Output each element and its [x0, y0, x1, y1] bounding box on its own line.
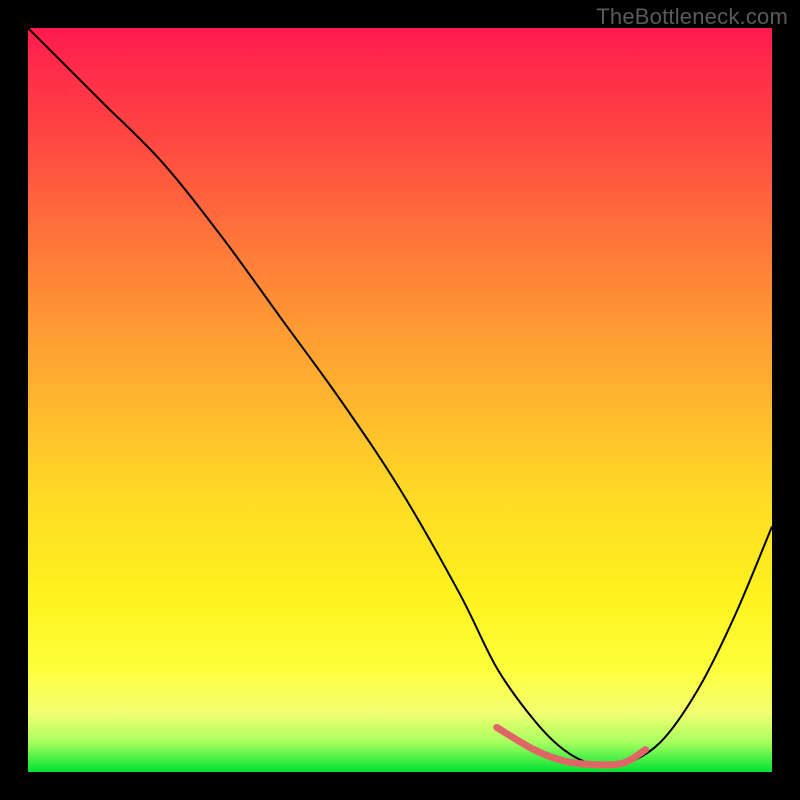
optimal-range-highlight: [497, 727, 646, 765]
watermark-text: TheBottleneck.com: [596, 4, 788, 30]
chart-svg: [28, 28, 772, 772]
chart-plot-area: [28, 28, 772, 772]
bottleneck-curve: [28, 28, 772, 767]
